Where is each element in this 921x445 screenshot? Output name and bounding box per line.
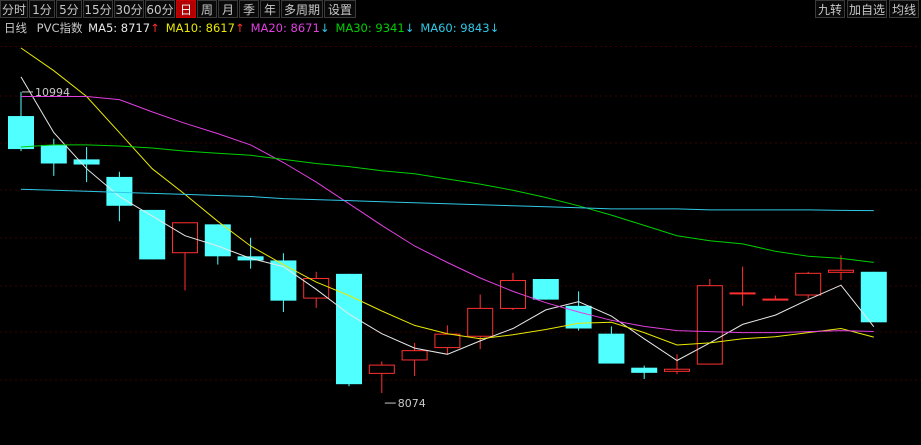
period-tab-7[interactable]: 周	[197, 0, 217, 18]
indicator-legend: 日线 PVC指数 MA5: 8717↑ MA10: 8617↑ MA20: 8671…	[4, 21, 511, 35]
candle-body	[631, 367, 658, 373]
ma-legend-ma5: MA5: 8717↑	[88, 21, 160, 35]
candle-body	[401, 350, 428, 361]
ma-trend-icon: ↓	[404, 21, 415, 35]
candle-body	[729, 292, 756, 295]
period-tab-11[interactable]: 多周期	[281, 0, 323, 18]
instrument-name: PVC指数	[36, 21, 83, 35]
candle-body	[40, 144, 67, 164]
candle-body	[303, 277, 330, 299]
candle-body	[172, 222, 198, 254]
candle-body	[8, 116, 34, 150]
period-label: 日线	[4, 21, 27, 35]
high-label: 10994	[35, 86, 70, 99]
ma-legend-ma10: MA10: 8617↑	[165, 21, 245, 35]
candle-body	[795, 272, 822, 296]
period-tab-10[interactable]: 年	[260, 0, 280, 18]
toolbar-right-2[interactable]: 均线	[889, 0, 919, 18]
candle-body	[73, 159, 100, 165]
candle-body	[368, 364, 395, 374]
period-tab-3[interactable]: 15分	[83, 0, 113, 18]
candle-body	[762, 298, 789, 301]
ma-trend-icon: ↓	[319, 21, 330, 35]
period-tab-0[interactable]: 分时	[0, 0, 28, 18]
toolbar-right-0[interactable]: 九转	[815, 0, 845, 18]
ma-line-ma60	[20, 188, 874, 212]
candle-body	[828, 269, 854, 273]
period-tab-4[interactable]: 30分	[114, 0, 144, 18]
period-tab-1[interactable]: 1分	[29, 0, 55, 18]
ma-legend-ma30: MA30: 9341↓	[335, 21, 415, 35]
period-tab-9[interactable]: 季	[239, 0, 259, 18]
ma-line-ma10	[20, 47, 874, 346]
candle-body	[598, 333, 625, 364]
period-tab-6[interactable]: 日	[176, 0, 196, 18]
period-toolbar: 分时 1分 5分 15分 30分 60分日周月季年多周期 设置 均线 加自选 九转	[0, 0, 921, 19]
candle-body	[664, 368, 690, 372]
ma-legend-ma60: MA60: 9843↓	[420, 21, 500, 35]
candle-body	[434, 333, 461, 349]
period-tab-2[interactable]: 5分	[56, 0, 82, 18]
period-tab-5[interactable]: 60分	[145, 0, 175, 18]
candle-body	[336, 273, 362, 385]
candle-body	[139, 209, 166, 260]
ma-legend-ma20: MA20: 8671↓	[250, 21, 330, 35]
toolbar-right-1[interactable]: 加自选	[847, 0, 887, 18]
ma-trend-icon: ↑	[234, 21, 245, 35]
candle-body	[532, 279, 559, 300]
period-tab-8[interactable]: 月	[218, 0, 238, 18]
candle-body	[467, 307, 494, 337]
candle-body	[696, 285, 723, 365]
low-label: 8074	[398, 397, 426, 410]
ma-trend-icon: ↓	[489, 21, 500, 35]
candle-body	[204, 224, 231, 257]
period-tab-12[interactable]: 设置	[324, 0, 356, 18]
ma-legend-group: MA5: 8717↑ MA10: 8617↑ MA20: 8671↓ MA30: 93…	[88, 21, 505, 35]
ma-trend-icon: ↑	[150, 21, 160, 35]
candlestick-chart[interactable]: 10994 8074	[0, 36, 921, 445]
